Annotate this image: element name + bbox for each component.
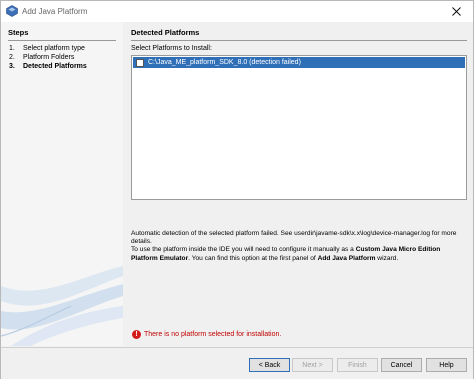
steps-panel: Steps 1. Select platform type 2. Platform …: [1, 22, 123, 346]
step-number: 3.: [9, 63, 15, 70]
platform-path-label: C:\Java_ME_platform_SDK_8.0 (detection f…: [148, 59, 301, 66]
step-number: 2.: [9, 54, 15, 61]
platform-list[interactable]: C:\Java_ME_platform_SDK_8.0 (detection f…: [131, 55, 467, 200]
step-platform-folders: 2. Platform Folders: [9, 54, 74, 61]
error-icon: !: [132, 330, 141, 339]
close-icon: [451, 7, 461, 16]
step-label: Select platform type: [23, 45, 85, 52]
error-text: There is no platform selected for instal…: [144, 331, 282, 338]
info-text: To use the platform inside the IDE you w…: [131, 246, 356, 254]
info-text: wizard.: [375, 254, 399, 262]
info-bold-text: Add Java Platform: [317, 254, 376, 262]
step-label: Detected Platforms: [23, 63, 87, 70]
info-text: . You can find this option at the first …: [188, 254, 318, 262]
info-line-1: Automatic detection of the selected plat…: [131, 230, 457, 246]
help-button[interactable]: Help: [426, 358, 467, 372]
netbeans-app-icon: [6, 5, 18, 17]
info-line-2: To use the platform inside the IDE you w…: [131, 246, 467, 262]
cancel-button[interactable]: Cancel: [381, 358, 422, 372]
window-title: Add Java Platform: [22, 7, 88, 16]
step-select-platform-type: 1. Select platform type: [9, 45, 85, 52]
back-button[interactable]: < Back: [249, 358, 290, 372]
content-header: Detected Platforms: [131, 28, 467, 41]
steps-header: Steps: [8, 28, 116, 41]
title-bar: Add Java Platform: [1, 1, 473, 22]
button-bar: < Back Next > Finish Cancel Help: [1, 347, 473, 379]
decorative-swoosh-graphic: [1, 266, 123, 346]
select-platforms-label: Select Platforms to Install:: [131, 45, 212, 52]
finish-button[interactable]: Finish: [337, 358, 378, 372]
step-label: Platform Folders: [23, 54, 75, 61]
platform-checkbox[interactable]: [136, 58, 144, 67]
step-number: 1.: [9, 45, 15, 52]
main-content-panel: Detected Platforms Select Platforms to I…: [125, 22, 473, 346]
close-button[interactable]: [439, 1, 473, 22]
step-detected-platforms: 3. Detected Platforms: [9, 63, 87, 70]
detection-info-text: Automatic detection of the selected plat…: [131, 230, 467, 263]
next-button[interactable]: Next >: [292, 358, 333, 372]
platform-list-item[interactable]: C:\Java_ME_platform_SDK_8.0 (detection f…: [133, 57, 465, 68]
error-message: ! There is no platform selected for inst…: [132, 330, 281, 339]
add-java-platform-dialog: Add Java Platform Steps 1. Select platfor…: [0, 0, 474, 379]
